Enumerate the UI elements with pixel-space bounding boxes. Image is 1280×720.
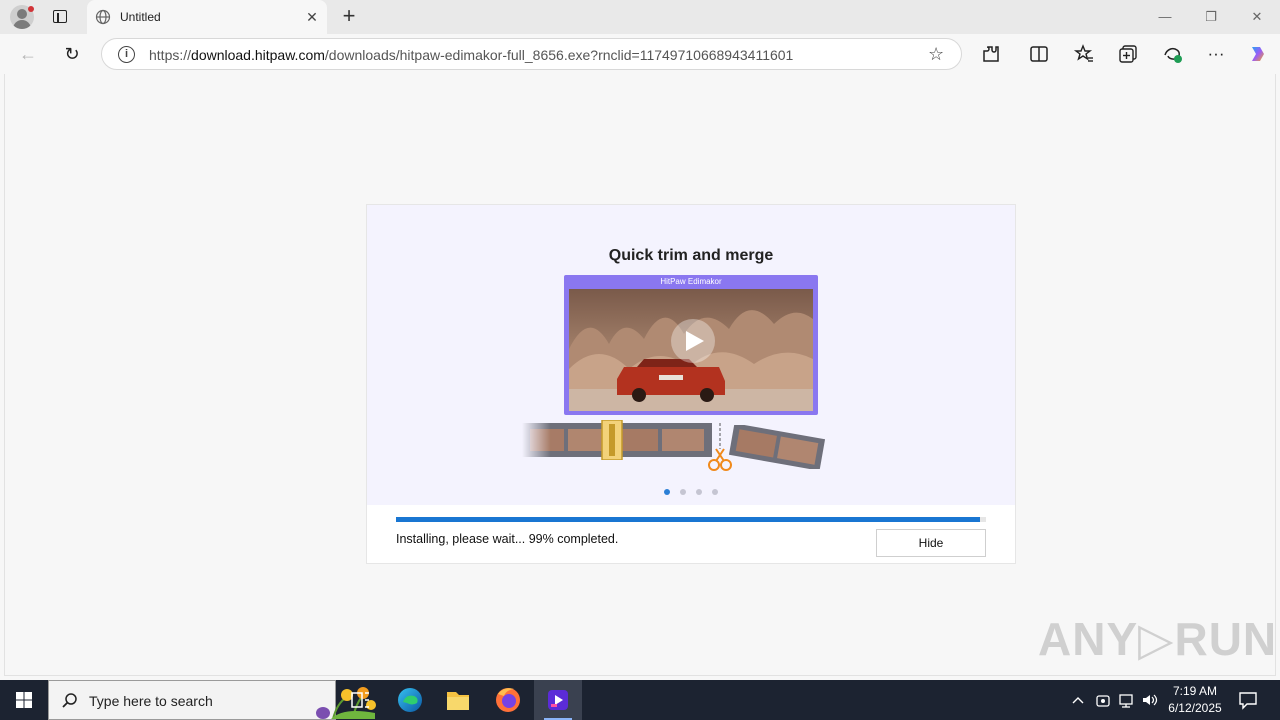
preview-app-title: HitPaw Edimakor (660, 277, 722, 286)
windows-start-icon[interactable] (0, 680, 48, 720)
copilot-icon[interactable] (1247, 43, 1269, 65)
search-icon (62, 693, 77, 708)
tab-strip: Untitled ✕ + — ❐ ✕ (0, 0, 1280, 34)
favorites-icon[interactable] (1073, 43, 1095, 65)
hide-button[interactable]: Hide (876, 529, 986, 557)
split-screen-icon[interactable] (1028, 43, 1050, 65)
edimakor-taskbar-button[interactable] (534, 680, 582, 720)
taskbar-search-box[interactable]: Type here to search (48, 680, 376, 720)
anyrun-watermark: ANY▷RUN (1038, 613, 1278, 665)
clock-time: 7:19 AM (1172, 684, 1218, 698)
app-preview-image: HitPaw Edimakor (564, 275, 818, 415)
volume-icon[interactable] (1141, 690, 1159, 710)
taskbar: Type here to search 7:19 AM 6/12/2025 (0, 680, 1280, 720)
carousel-dot[interactable] (680, 489, 686, 495)
timeline-filmstrip (522, 420, 712, 460)
more-icon[interactable]: ··· (1205, 43, 1227, 65)
browser-essentials-icon[interactable] (1162, 43, 1184, 65)
carousel-dot[interactable] (664, 489, 670, 495)
tab-actions-icon[interactable] (50, 7, 70, 27)
task-view-icon[interactable] (336, 680, 384, 720)
add-favorite-star-icon[interactable]: ☆ (928, 44, 944, 65)
slide-title: Quick trim and merge (608, 247, 774, 264)
back-button[interactable]: ← (17, 43, 39, 65)
site-info-icon[interactable]: i (118, 46, 135, 63)
reload-button[interactable]: ↻ (61, 43, 83, 65)
edimakor-icon (548, 690, 568, 710)
url-text[interactable]: https://download.hitpaw.com/downloads/hi… (149, 47, 793, 63)
file-explorer-icon[interactable] (434, 680, 482, 720)
extensions-icon[interactable] (980, 43, 1002, 65)
show-hidden-icons-icon[interactable] (1070, 690, 1086, 710)
system-clock[interactable]: 7:19 AM 6/12/2025 (1160, 683, 1230, 717)
install-progress-fill (396, 517, 981, 522)
browser-toolbar: ← ↻ i https://download.hitpaw.com/downlo… (0, 34, 1280, 74)
firefox-icon[interactable] (484, 680, 532, 720)
cut-clip-filmstrip (729, 425, 825, 469)
meet-now-icon[interactable] (1095, 690, 1111, 710)
clock-date: 6/12/2025 (1168, 701, 1222, 715)
collections-icon[interactable] (1117, 43, 1139, 65)
profile-notification-badge (28, 6, 34, 12)
install-status-text: Installing, please wait... 99% completed… (396, 532, 619, 546)
feature-carousel: Quick trim and merge HitPaw Edimakor (367, 205, 1015, 505)
network-icon[interactable] (1117, 690, 1135, 710)
edge-icon[interactable] (386, 680, 434, 720)
tab-untitled[interactable]: Untitled ✕ (87, 0, 327, 34)
search-placeholder: Type here to search (89, 693, 213, 709)
minimize-button[interactable]: — (1154, 6, 1176, 28)
tab-title: Untitled (120, 10, 161, 24)
new-tab-button[interactable]: + (338, 5, 360, 27)
carousel-dot[interactable] (712, 489, 718, 495)
address-bar[interactable]: i https://download.hitpaw.com/downloads/… (101, 38, 962, 70)
close-window-button[interactable]: ✕ (1246, 6, 1268, 28)
notification-center-icon[interactable] (1236, 688, 1260, 712)
install-progress-bar (396, 517, 986, 522)
tab-close-icon[interactable]: ✕ (303, 8, 321, 26)
preview-video-frame (569, 289, 813, 411)
globe-icon (95, 9, 111, 25)
restore-button[interactable]: ❐ (1200, 6, 1222, 28)
installer-window: Quick trim and merge HitPaw Edimakor Ins… (366, 204, 1016, 564)
carousel-dot[interactable] (696, 489, 702, 495)
